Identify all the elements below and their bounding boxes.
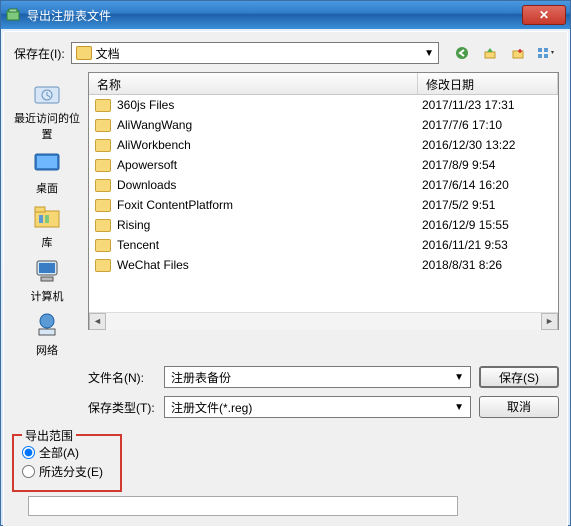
back-button[interactable] <box>451 42 473 64</box>
cancel-button[interactable]: 取消 <box>479 396 559 418</box>
folder-icon <box>95 99 111 112</box>
folder-icon <box>76 46 92 60</box>
place-libraries[interactable]: 库 <box>12 202 82 250</box>
place-desktop[interactable]: 桌面 <box>12 148 82 196</box>
folder-icon <box>95 239 111 252</box>
list-item[interactable]: 360js Files2017/11/23 17:31 <box>89 95 558 115</box>
scroll-right-icon[interactable]: ► <box>541 313 558 330</box>
places-bar: 最近访问的位置 桌面 库 计算机 网络 <box>12 72 82 358</box>
dialog-window: 导出注册表文件 ✕ 保存在(I): 文档 ▼ 最近访问的位置 桌面 库 计算机 <box>0 0 571 526</box>
filetype-value: 注册文件(*.reg) <box>171 399 252 416</box>
filetype-label: 保存类型(T): <box>88 399 156 416</box>
toolbar-icons <box>451 42 557 64</box>
location-dropdown[interactable]: 文档 ▼ <box>71 42 439 64</box>
folder-icon <box>95 119 111 132</box>
folder-icon <box>95 159 111 172</box>
col-name[interactable]: 名称 <box>89 73 418 94</box>
title-bar[interactable]: 导出注册表文件 ✕ <box>1 1 570 29</box>
radio-branch-input[interactable] <box>22 465 35 478</box>
filename-row: 文件名(N): 注册表备份 ▼ 保存(S) <box>88 366 559 388</box>
filename-value: 注册表备份 <box>171 369 231 386</box>
folder-icon <box>95 259 111 272</box>
export-range-group: 导出范围 全部(A) 所选分支(E) <box>12 428 559 516</box>
filetype-row: 保存类型(T): 注册文件(*.reg) ▼ 取消 <box>88 396 559 418</box>
filename-label: 文件名(N): <box>88 369 156 386</box>
main-area: 最近访问的位置 桌面 库 计算机 网络 名称 修改日期 360js Files2… <box>12 72 559 358</box>
scroll-track[interactable] <box>106 313 541 330</box>
filetype-dropdown[interactable]: 注册文件(*.reg) ▼ <box>164 396 471 418</box>
app-icon <box>5 7 21 23</box>
horizontal-scrollbar[interactable]: ◄ ► <box>89 312 558 329</box>
radio-all-input[interactable] <box>22 446 35 459</box>
chevron-down-icon: ▼ <box>454 372 464 383</box>
list-item[interactable]: Downloads2017/6/14 16:20 <box>89 175 558 195</box>
folder-icon <box>95 219 111 232</box>
col-date[interactable]: 修改日期 <box>418 73 558 94</box>
window-title: 导出注册表文件 <box>27 7 522 24</box>
list-item[interactable]: Foxit ContentPlatform2017/5/2 9:51 <box>89 195 558 215</box>
view-menu-button[interactable] <box>535 42 557 64</box>
radio-all[interactable]: 全部(A) <box>22 444 112 461</box>
new-folder-button[interactable] <box>507 42 529 64</box>
folder-icon <box>95 179 111 192</box>
filename-input[interactable]: 注册表备份 ▼ <box>164 366 471 388</box>
list-item[interactable]: WeChat Files2018/8/31 8:26 <box>89 255 558 275</box>
dialog-content: 保存在(I): 文档 ▼ 最近访问的位置 桌面 库 计算机 网络 <box>3 31 568 527</box>
scroll-left-icon[interactable]: ◄ <box>89 313 106 330</box>
list-item[interactable]: AliWorkbench2016/12/30 13:22 <box>89 135 558 155</box>
save-button[interactable]: 保存(S) <box>479 366 559 388</box>
close-button[interactable]: ✕ <box>522 5 566 25</box>
place-computer[interactable]: 计算机 <box>12 256 82 304</box>
toolbar: 保存在(I): 文档 ▼ <box>12 38 559 68</box>
file-header: 名称 修改日期 <box>89 73 558 95</box>
up-button[interactable] <box>479 42 501 64</box>
close-icon: ✕ <box>539 8 549 22</box>
list-item[interactable]: Apowersoft2017/8/9 9:54 <box>89 155 558 175</box>
export-range-legend: 导出范围 <box>22 427 76 444</box>
file-list-pane: 名称 修改日期 360js Files2017/11/23 17:31 AliW… <box>88 72 559 330</box>
list-item[interactable]: Rising2016/12/9 15:55 <box>89 215 558 235</box>
location-text: 文档 <box>96 45 120 62</box>
folder-icon <box>95 199 111 212</box>
folder-icon <box>95 139 111 152</box>
list-item[interactable]: Tencent2016/11/21 9:53 <box>89 235 558 255</box>
branch-input[interactable] <box>28 496 458 516</box>
save-in-label: 保存在(I): <box>14 45 65 62</box>
chevron-down-icon: ▼ <box>424 48 434 59</box>
list-item[interactable]: AliWangWang2017/7/6 17:10 <box>89 115 558 135</box>
radio-branch[interactable]: 所选分支(E) <box>22 463 112 480</box>
place-recent[interactable]: 最近访问的位置 <box>12 78 82 142</box>
place-network[interactable]: 网络 <box>12 310 82 358</box>
chevron-down-icon: ▼ <box>454 402 464 413</box>
file-list[interactable]: 360js Files2017/11/23 17:31 AliWangWang2… <box>89 95 558 312</box>
